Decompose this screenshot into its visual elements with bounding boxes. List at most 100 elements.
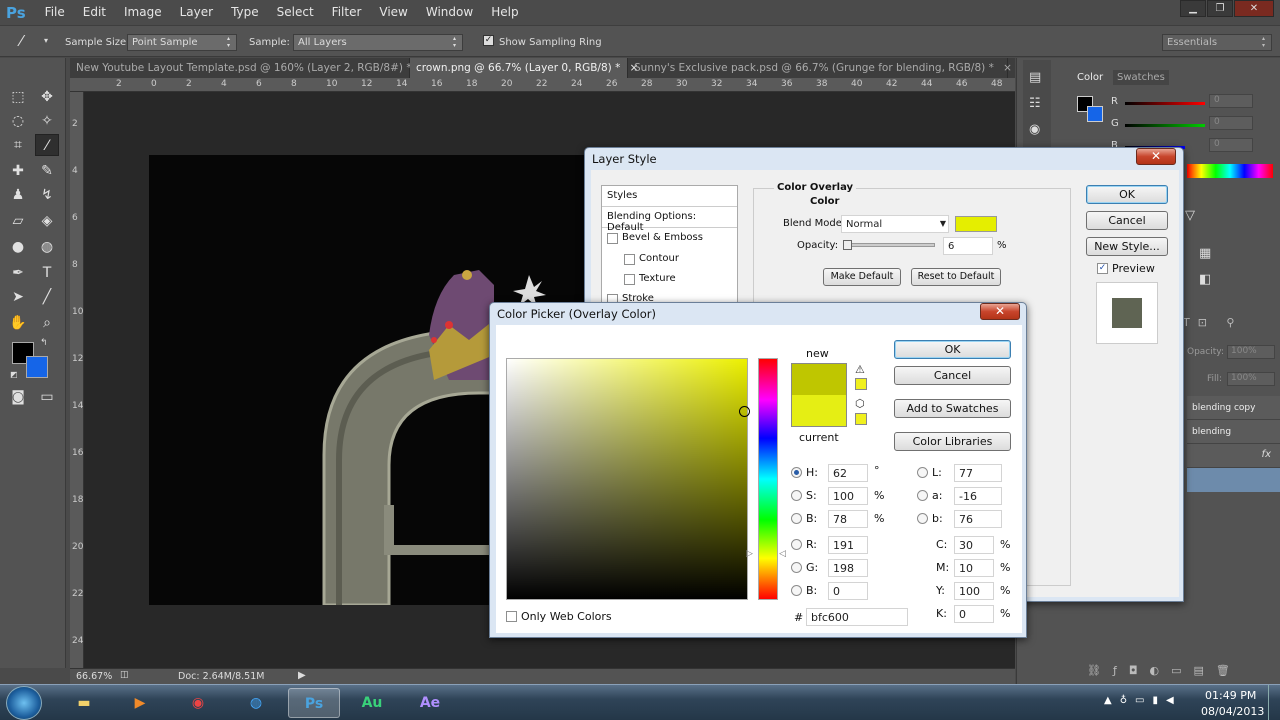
line-tool-icon[interactable]: ╱ xyxy=(35,286,59,308)
layer-filter-icons[interactable]: T⊡ ⚲ xyxy=(1183,316,1243,329)
l-radio[interactable] xyxy=(917,467,928,478)
dodge-tool-icon[interactable]: ◍ xyxy=(35,236,59,258)
clock-date[interactable]: 08/04/2013 xyxy=(1201,705,1264,718)
brush-tool-icon[interactable]: ✎ xyxy=(35,160,59,182)
adjust-icon[interactable]: ▽ xyxy=(1185,208,1195,223)
brightness-radio[interactable] xyxy=(791,513,802,524)
a-field[interactable]: -16 xyxy=(954,487,1002,505)
a-radio[interactable] xyxy=(917,490,928,501)
menu-select[interactable]: Select xyxy=(268,0,323,25)
menu-edit[interactable]: Edit xyxy=(74,0,115,25)
r-radio[interactable] xyxy=(791,539,802,550)
web-safe-swatch[interactable] xyxy=(855,413,867,425)
chrome-icon[interactable]: ◉ xyxy=(172,688,224,718)
lab-b-field[interactable]: 76 xyxy=(954,510,1002,528)
add-to-swatches-button[interactable]: Add to Swatches xyxy=(894,399,1011,418)
contour-checkbox[interactable] xyxy=(624,254,635,265)
color-spectrum-bar[interactable] xyxy=(1187,164,1273,178)
sample-size-select[interactable]: Point Sample xyxy=(127,34,237,51)
pen-tool-icon[interactable]: ✒ xyxy=(6,262,30,284)
current-color-swatch[interactable] xyxy=(791,395,847,427)
layer-row[interactable]: blending copy xyxy=(1187,396,1280,420)
contour-label[interactable]: Contour xyxy=(639,253,679,264)
opacity-slider[interactable] xyxy=(843,243,935,247)
g-slider[interactable] xyxy=(1125,124,1205,127)
brightness-field[interactable]: 78 xyxy=(828,510,868,528)
layer-fill-field[interactable]: 100% xyxy=(1227,372,1275,386)
reset-default-button[interactable]: Reset to Default xyxy=(911,268,1001,286)
close-icon[interactable]: ✕ xyxy=(1136,148,1176,165)
r-value[interactable]: 0 xyxy=(1209,94,1253,108)
default-colors-icon[interactable]: ◩ xyxy=(10,370,18,379)
blur-tool-icon[interactable]: ● xyxy=(6,236,30,258)
color-field[interactable] xyxy=(506,358,750,600)
opacity-slider-thumb[interactable] xyxy=(843,240,852,250)
tab-exclusive-pack[interactable]: Sunny's Exclusive pack.psd @ 66.7% (Grun… xyxy=(628,58,1012,78)
swap-colors-icon[interactable]: ↰ xyxy=(40,338,48,348)
background-color-swatch[interactable] xyxy=(26,356,48,378)
layer-row-selected[interactable] xyxy=(1187,468,1280,492)
texture-label[interactable]: Texture xyxy=(639,273,676,284)
system-tray-icons[interactable]: ▲♁▭▮◀ xyxy=(1104,695,1182,706)
overlay-color-swatch[interactable] xyxy=(955,216,997,232)
status-menu-arrow-icon[interactable]: ▶ xyxy=(298,670,306,681)
taskbar-after-effects[interactable]: Ae xyxy=(404,688,456,718)
blue-field[interactable]: 0 xyxy=(828,582,868,600)
history-brush-icon[interactable]: ↯ xyxy=(35,184,59,206)
warning-icon[interactable]: ⚠ xyxy=(855,363,865,376)
r-field[interactable]: 191 xyxy=(828,536,868,554)
hue-slider-right-arrow[interactable]: ◁ xyxy=(779,549,786,559)
k-field[interactable]: 0 xyxy=(954,605,994,623)
type-tool-icon[interactable]: T xyxy=(35,262,59,284)
h-field[interactable]: 62 xyxy=(828,464,868,482)
lab-b-radio[interactable] xyxy=(917,513,928,524)
sample-select[interactable]: All Layers xyxy=(293,34,463,51)
restore-button[interactable]: ❐ xyxy=(1207,0,1233,17)
ok-button[interactable]: OK xyxy=(1086,185,1168,204)
paint-bucket-icon[interactable]: ◈ xyxy=(35,210,59,232)
layer-row[interactable]: fx xyxy=(1187,444,1280,468)
taskbar-audition[interactable]: Au xyxy=(346,688,398,718)
ok-button[interactable]: OK xyxy=(894,340,1011,359)
explorer-icon[interactable]: ▬ xyxy=(58,688,110,718)
menu-image[interactable]: Image xyxy=(115,0,171,25)
chevron-down-icon[interactable]: ▾ xyxy=(44,36,48,45)
history-icon[interactable]: ▤ xyxy=(1029,70,1041,85)
bevel-label[interactable]: Bevel & Emboss xyxy=(622,232,703,243)
eraser-tool-icon[interactable]: ▱ xyxy=(6,210,30,232)
menu-layer[interactable]: Layer xyxy=(171,0,222,25)
g-value[interactable]: 0 xyxy=(1209,116,1253,130)
layers-footer-icons[interactable]: ⛓ƒ◘◐▭▤🗑 xyxy=(1087,664,1277,682)
h-radio[interactable] xyxy=(791,467,802,478)
screen-mode-icon[interactable]: ▭ xyxy=(35,386,59,408)
lasso-tool-icon[interactable]: ◌ xyxy=(6,110,30,132)
healing-brush-icon[interactable]: ✚ xyxy=(6,160,30,182)
browser-globe-icon[interactable]: ◍ xyxy=(230,688,282,718)
menu-file[interactable]: File xyxy=(36,0,74,25)
minimize-button[interactable]: ▁ xyxy=(1180,0,1206,17)
preview-checkbox[interactable]: ✓ xyxy=(1097,263,1108,274)
adjustments-icon[interactable]: ◉ xyxy=(1029,122,1040,137)
hand-tool-icon[interactable]: ✋ xyxy=(6,312,30,334)
path-selection-icon[interactable]: ➤ xyxy=(6,286,30,308)
close-app-button[interactable]: ✕ xyxy=(1234,0,1274,17)
styles-item[interactable]: Styles xyxy=(602,186,737,207)
zoom-tool-icon[interactable]: ⌕ xyxy=(35,312,59,334)
g-field[interactable]: 198 xyxy=(828,559,868,577)
zoom-level[interactable]: 66.67% xyxy=(76,671,112,682)
cancel-button[interactable]: Cancel xyxy=(1086,211,1168,230)
media-player-icon[interactable]: ▶ xyxy=(114,688,166,718)
only-web-colors-checkbox[interactable] xyxy=(506,611,517,622)
marquee-tool-icon[interactable]: ⬚ xyxy=(6,86,30,108)
blending-options-item[interactable]: Blending Options: Default xyxy=(602,207,737,233)
cancel-button[interactable]: Cancel xyxy=(894,366,1011,385)
bevel-checkbox[interactable] xyxy=(607,233,618,244)
menu-help[interactable]: Help xyxy=(482,0,527,25)
m-field[interactable]: 10 xyxy=(954,559,994,577)
clone-stamp-icon[interactable]: ♟ xyxy=(6,184,30,206)
hue-slider[interactable] xyxy=(758,358,778,600)
y-field[interactable]: 100 xyxy=(954,582,994,600)
blend-mode-select[interactable]: Normal ▼ xyxy=(841,215,949,233)
sampling-ring-checkbox[interactable]: ✓ xyxy=(483,35,494,46)
menu-view[interactable]: View xyxy=(370,0,416,25)
